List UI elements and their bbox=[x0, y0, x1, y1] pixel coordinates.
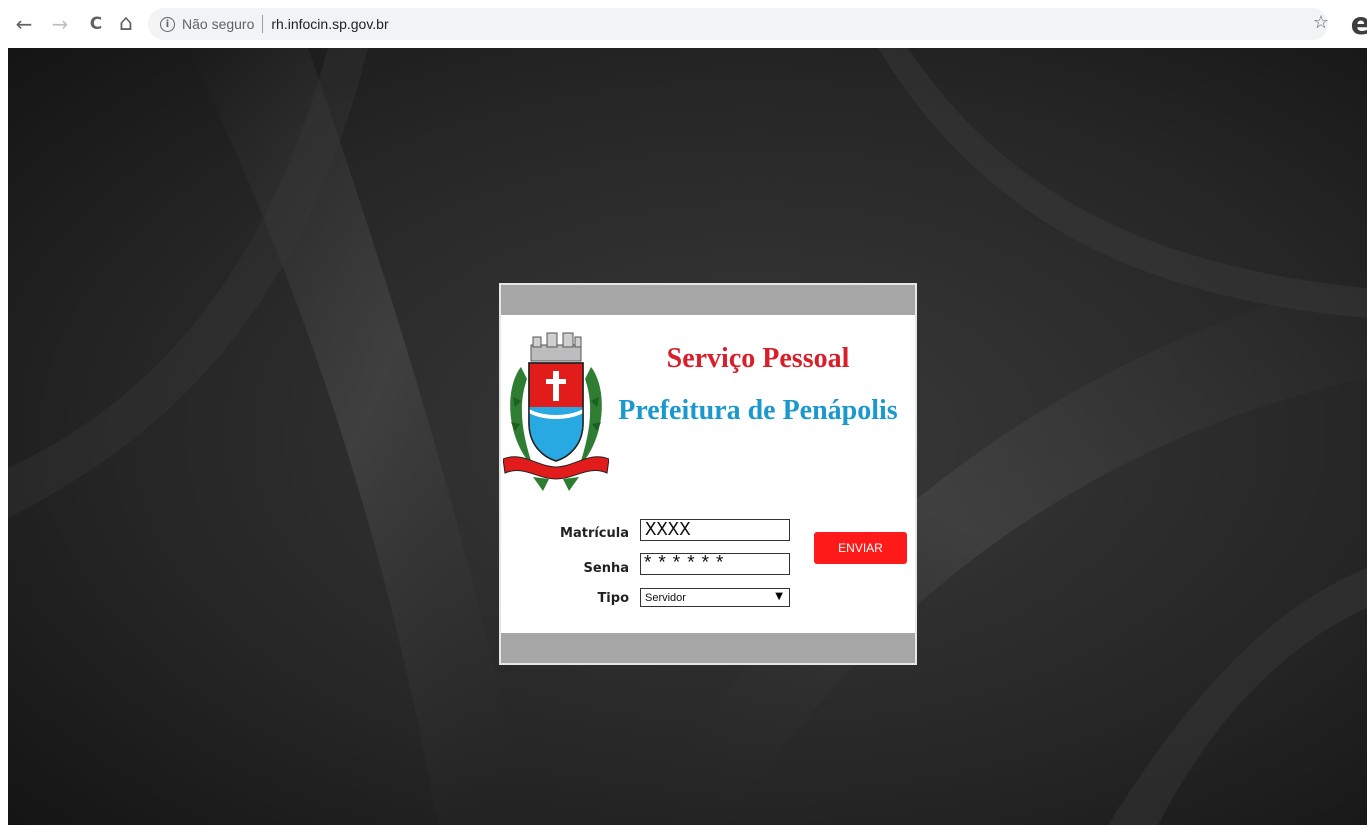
panel-header-bar bbox=[501, 285, 915, 315]
address-bar[interactable]: i Não seguro rh.infocin.sp.gov.br bbox=[148, 8, 1328, 40]
page-background: Serviço Pessoal Prefeitura de Penápolis … bbox=[8, 48, 1367, 825]
reload-icon[interactable]: C bbox=[84, 12, 108, 36]
tipo-label: Tipo bbox=[597, 591, 629, 606]
matricula-label: Matrícula bbox=[560, 526, 629, 541]
omnibox-divider bbox=[262, 15, 264, 33]
home-icon[interactable]: ⌂ bbox=[114, 12, 138, 36]
profile-icon[interactable]: e bbox=[1351, 7, 1367, 42]
senha-input[interactable] bbox=[640, 553, 790, 575]
tipo-select[interactable]: Servidor ▼ bbox=[640, 588, 790, 607]
panel-footer-bar bbox=[501, 633, 915, 663]
matricula-input[interactable] bbox=[640, 519, 790, 541]
url-text[interactable]: rh.infocin.sp.gov.br bbox=[271, 16, 388, 32]
title-prefeitura: Prefeitura de Penápolis bbox=[618, 395, 898, 426]
back-arrow-icon[interactable]: ← bbox=[12, 12, 36, 36]
dropdown-arrow-icon[interactable]: ▼ bbox=[775, 591, 783, 602]
info-icon[interactable]: i bbox=[160, 16, 175, 32]
bookmark-star-icon[interactable]: ☆ bbox=[1313, 12, 1329, 33]
login-panel: Serviço Pessoal Prefeitura de Penápolis … bbox=[499, 283, 917, 665]
browser-toolbar: ← → C ⌂ i Não seguro rh.infocin.sp.gov.b… bbox=[0, 0, 1367, 48]
enviar-button[interactable]: ENVIAR bbox=[814, 532, 907, 564]
security-label: Não seguro bbox=[182, 16, 255, 32]
city-coat-of-arms bbox=[503, 332, 609, 491]
senha-label: Senha bbox=[583, 561, 629, 576]
tipo-selected-value: Servidor bbox=[645, 591, 686, 604]
forward-arrow-icon[interactable]: → bbox=[48, 12, 72, 36]
title-servico-pessoal: Serviço Pessoal bbox=[666, 343, 850, 374]
